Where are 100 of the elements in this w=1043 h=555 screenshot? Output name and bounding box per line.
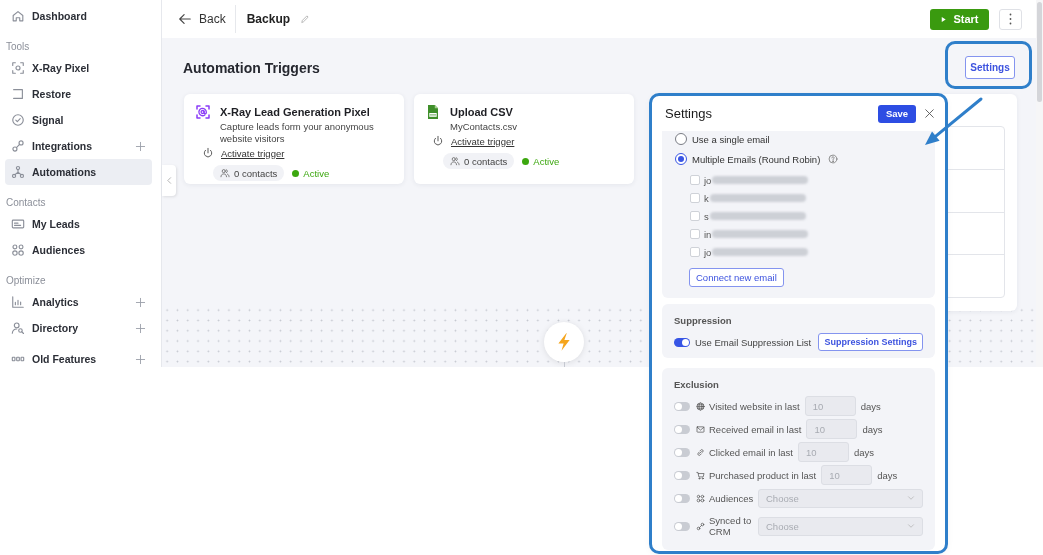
email-text: jo	[704, 174, 712, 186]
link-icon	[11, 139, 25, 153]
chevron-down-icon	[907, 522, 915, 530]
trigger-node[interactable]	[544, 322, 584, 362]
checkbox[interactable]	[690, 211, 700, 221]
workflow-title: Backup	[246, 12, 291, 26]
sidebar-item[interactable]: My Leads	[5, 211, 152, 237]
status-dot-icon	[522, 157, 530, 165]
play-icon	[940, 15, 948, 23]
toggle-switch[interactable]	[674, 337, 690, 347]
mail-icon	[696, 424, 705, 434]
radio-button[interactable]	[675, 153, 687, 165]
pointer-arrow	[925, 97, 983, 145]
settings-button[interactable]: Settings	[965, 56, 1015, 79]
circles-grid-icon	[11, 243, 25, 257]
toggle-switch[interactable]	[674, 401, 690, 411]
page-title: Automation Triggers	[183, 59, 320, 76]
scan-frame-icon	[11, 61, 25, 75]
people-icon	[450, 156, 460, 166]
rule-label: Audiences	[709, 492, 755, 504]
at-sign-frame-icon	[195, 104, 211, 120]
rule-label: Synced to CRM	[709, 515, 753, 537]
collapse-button[interactable]	[162, 165, 176, 196]
check-circle-icon	[11, 113, 25, 127]
contacts-count: 0 contacts	[234, 167, 278, 179]
toggle-switch[interactable]	[674, 493, 690, 503]
checkbox[interactable]	[690, 193, 700, 203]
sidebar-item[interactable]: Dashboard	[5, 3, 152, 29]
power-icon	[432, 135, 444, 147]
power-icon	[202, 147, 214, 159]
toggle-switch[interactable]	[674, 447, 690, 457]
link-icon	[696, 447, 705, 457]
csv-file-icon	[425, 104, 441, 120]
section-heading: Contacts	[5, 196, 47, 210]
cart-icon	[696, 470, 705, 480]
sidebar-item[interactable]: Automations	[5, 159, 152, 185]
section-title: Exclusion	[674, 378, 720, 392]
toggle-switch[interactable]	[674, 521, 690, 531]
sidebar-item[interactable]: Restore	[5, 81, 152, 107]
nodes-icon	[11, 165, 25, 179]
contacts-count: 0 contacts	[464, 155, 508, 167]
option-label: Use a single email	[692, 133, 770, 145]
card-description: Capture leads form your anonymous website visitors	[220, 121, 375, 145]
link-icon	[696, 521, 705, 531]
rule-label: Received email in last	[709, 423, 802, 435]
checkbox[interactable]	[690, 247, 700, 257]
activate-trigger-link[interactable]: Activate trigger	[221, 147, 285, 159]
panel-title: Settings	[665, 106, 712, 121]
card-title: Upload CSV	[450, 106, 513, 118]
section-heading: Optimize	[5, 274, 47, 288]
section-heading: Tools	[5, 40, 31, 54]
status-label: Active	[303, 167, 330, 179]
sidebar-item[interactable]: Directory	[5, 315, 152, 341]
email-text: jo	[704, 246, 712, 258]
trigger-card[interactable]: X-Ray Lead Generation Pixel Capture leads form your anonymous website visitors Activate trigger 0 contacts Active	[184, 94, 404, 184]
radio-button[interactable]	[675, 133, 687, 145]
more-button[interactable]	[999, 8, 1022, 30]
checkbox[interactable]	[690, 229, 700, 239]
sidebar-item[interactable]: Audiences	[5, 237, 152, 263]
suppression-settings-button[interactable]: Suppression Settings	[818, 333, 923, 351]
email-text: in	[704, 228, 712, 240]
sidebar-item[interactable]: Signal	[5, 107, 152, 133]
card-title: X-Ray Lead Generation Pixel	[220, 106, 370, 118]
status-dot-icon	[292, 169, 300, 177]
bar-chart-icon	[11, 295, 25, 309]
toggle-switch[interactable]	[674, 424, 690, 434]
scrollbar-thumb[interactable]	[1037, 2, 1042, 102]
unit-label: days	[853, 446, 875, 458]
sidebar-item[interactable]: X-Ray Pixel	[5, 55, 152, 81]
trigger-card[interactable]: Upload CSV MyContacts.csv Activate trigger 0 contacts Active	[414, 94, 634, 184]
sidebar-item[interactable]: Integrations	[5, 133, 152, 159]
save-button[interactable]: Save	[878, 104, 916, 123]
rule-label: Clicked email in last	[709, 446, 793, 458]
pencil-icon[interactable]	[300, 14, 311, 24]
checkbox[interactable]	[690, 175, 700, 185]
bracket-icon	[11, 87, 25, 101]
chevron-left-icon	[164, 175, 174, 186]
toggle-switch[interactable]	[674, 470, 690, 480]
status-label: Active	[533, 155, 560, 167]
email-text: s	[704, 210, 709, 222]
circles-grid-icon	[696, 493, 705, 503]
start-button[interactable]: Start	[930, 8, 989, 30]
unit-label: days	[877, 469, 898, 481]
kebab-menu-icon	[1009, 13, 1012, 25]
activate-trigger-link[interactable]: Activate trigger	[451, 135, 515, 147]
rule-label: Purchased product in last	[709, 469, 817, 481]
toggle-label: Use Email Suppression List	[695, 336, 812, 348]
sidebar-item[interactable]: Old Features	[5, 346, 152, 367]
connect-email-button[interactable]: Connect new email	[689, 268, 784, 287]
sidebar-item[interactable]: Analytics	[5, 289, 152, 315]
close-icon[interactable]	[924, 108, 935, 119]
back-button[interactable]: Back	[178, 12, 226, 26]
email-text: k	[704, 192, 709, 204]
section-title: Suppression	[674, 314, 733, 328]
id-card-icon	[11, 217, 25, 231]
option-label: Multiple Emails (Round Robin)	[692, 153, 821, 165]
people-icon	[220, 168, 230, 178]
person-search-icon	[11, 321, 25, 335]
unit-label: days	[860, 400, 881, 412]
home-icon	[11, 9, 25, 23]
